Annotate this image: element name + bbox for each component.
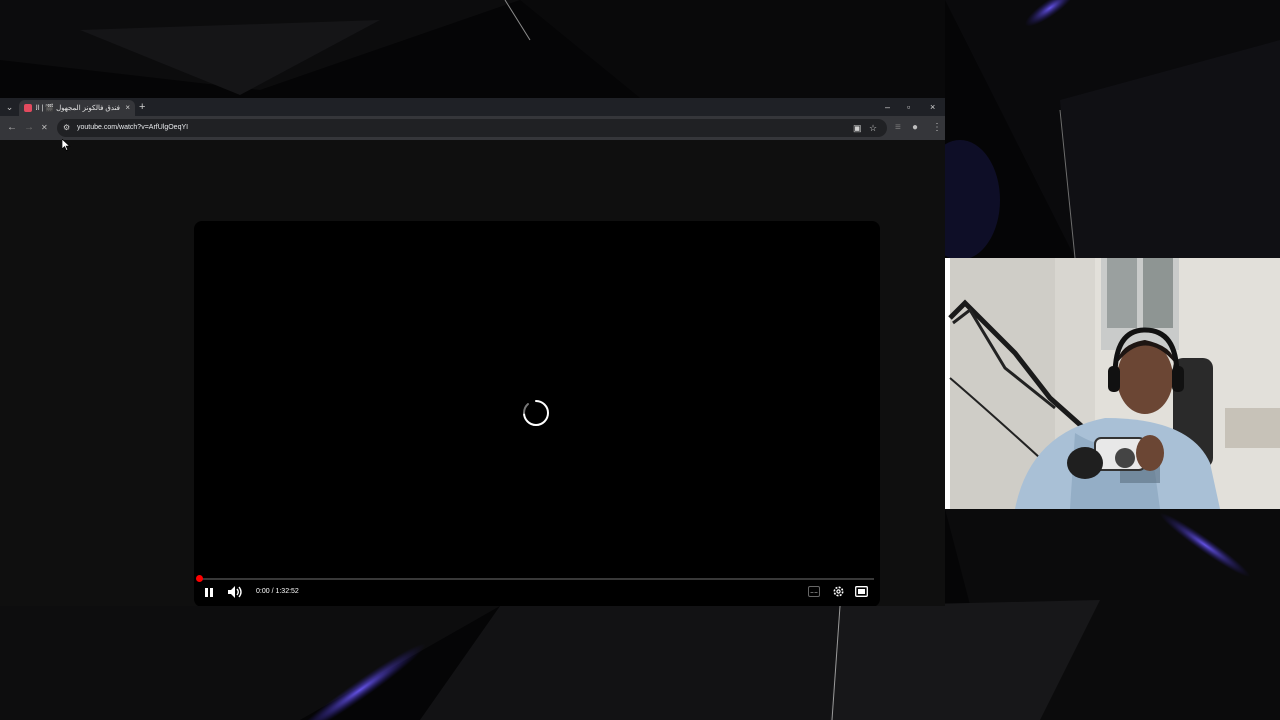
webcam-scene [945,258,1280,509]
extension-icon[interactable]: ≡ [895,121,901,135]
streamer-webcam [945,258,1280,509]
tab-search-icon[interactable]: ⌄ [3,101,16,113]
site-info-icon[interactable]: ⚙ [63,122,73,134]
tab-close-icon[interactable]: × [125,102,130,114]
theater-mode-icon[interactable] [855,586,868,597]
browser-menu-icon[interactable]: ⋮ [932,121,942,135]
volume-icon[interactable] [227,585,243,599]
forward-button[interactable]: → [24,121,34,135]
minimize-button[interactable]: – [885,100,890,114]
duration: 1:32:52 [275,588,299,595]
stop-loading-button[interactable]: ✕ [41,121,48,135]
back-button[interactable]: ← [7,121,17,135]
time-display: 0:00 / 1:32:52 [256,587,299,597]
captions-icon[interactable] [808,586,820,597]
mouse-cursor-icon [62,139,71,151]
pause-button[interactable] [202,585,216,599]
youtube-page: 0:00 / 1:32:52 [0,140,945,606]
browser-window: ⌄ فندق فالكونز المجهول 🎬 | الحلـ × + – ▫… [0,98,945,606]
browser-toolbar: ← → ✕ ⚙ youtube.com/watch?v=ArfUlgOeqYI … [0,116,945,140]
bookmark-star-icon[interactable]: ☆ [869,121,877,135]
loading-spinner-icon [522,400,549,426]
tab-youtube-video[interactable]: فندق فالكونز المجهول 🎬 | الحلـ × [19,100,135,116]
progress-scrubber[interactable] [196,575,203,582]
profile-avatar-icon[interactable]: ● [912,121,918,135]
tab-title: فندق فالكونز المجهول 🎬 | الحلـ [36,105,120,112]
close-window-button[interactable]: × [930,100,935,114]
maximize-button[interactable]: ▫ [907,100,910,114]
current-time: 0:00 [256,588,270,595]
video-player[interactable]: 0:00 / 1:32:52 [194,221,880,606]
install-app-icon[interactable]: ▣ [853,121,862,135]
settings-gear-icon[interactable] [832,585,845,598]
progress-bar[interactable] [200,578,874,580]
youtube-favicon-icon [24,104,32,112]
address-url[interactable]: youtube.com/watch?v=ArfUlgOeqYI [77,122,188,134]
address-bar[interactable]: ⚙ youtube.com/watch?v=ArfUlgOeqYI ▣ ☆ [57,119,887,137]
new-tab-button[interactable]: + [139,100,145,114]
tab-strip: ⌄ فندق فالكونز المجهول 🎬 | الحلـ × + – ▫… [0,98,945,116]
